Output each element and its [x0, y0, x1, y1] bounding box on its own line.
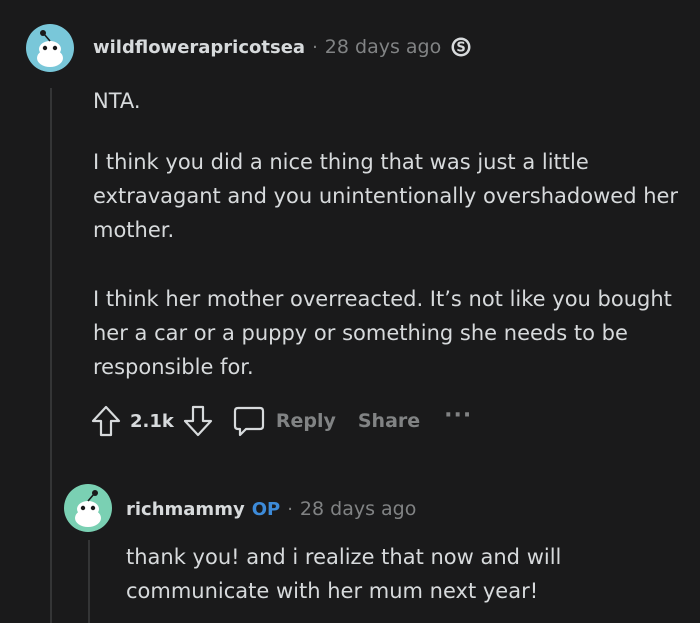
timestamp[interactable]: 28 days ago [325, 36, 441, 58]
comment-paragraph: I think her mother overreacted. It’s not… [93, 282, 693, 384]
username[interactable]: richmammy [126, 499, 245, 520]
paragraph-text: NTA. [93, 89, 141, 113]
comment-bubble-icon [232, 404, 266, 438]
comment-header: wildflowerapricotsea · 28 days ago S [93, 36, 472, 58]
paragraph-text: thank you! and i realize that now and wi… [126, 545, 562, 603]
comment-actions: 2.1k Reply Share ··· [90, 403, 472, 438]
comment-paragraph: thank you! and i realize that now and wi… [126, 540, 686, 608]
separator-dot: · [312, 36, 318, 58]
thread-line[interactable] [50, 88, 52, 623]
upvote-icon[interactable] [90, 404, 122, 438]
timestamp[interactable]: 28 days ago [300, 498, 416, 520]
share-button[interactable]: Share [358, 410, 420, 432]
comment-paragraph: NTA. [93, 84, 141, 118]
paragraph-text: I think you did a nice thing that was ju… [93, 150, 679, 242]
snoo-avatar-icon [37, 30, 63, 67]
paragraph-text: I think her mother overreacted. It’s not… [93, 287, 672, 379]
reply-label: Reply [275, 410, 336, 432]
separator-dot: · [287, 498, 293, 520]
award-icon[interactable]: S [450, 36, 472, 58]
more-options-button[interactable]: ··· [444, 403, 472, 428]
thread-line-reply[interactable] [88, 540, 90, 623]
username[interactable]: wildflowerapricotsea [93, 37, 305, 58]
op-badge: OP [251, 498, 281, 520]
avatar[interactable] [26, 24, 74, 72]
comment-paragraph: I think you did a nice thing that was ju… [93, 145, 693, 247]
reply-button[interactable]: Reply [232, 404, 336, 438]
svg-text:S: S [457, 41, 466, 56]
vote-score: 2.1k [130, 410, 174, 432]
snoo-avatar-icon [75, 490, 101, 527]
avatar[interactable] [64, 484, 112, 532]
downvote-icon[interactable] [182, 404, 214, 438]
comment-header: richmammy OP · 28 days ago [126, 498, 416, 520]
